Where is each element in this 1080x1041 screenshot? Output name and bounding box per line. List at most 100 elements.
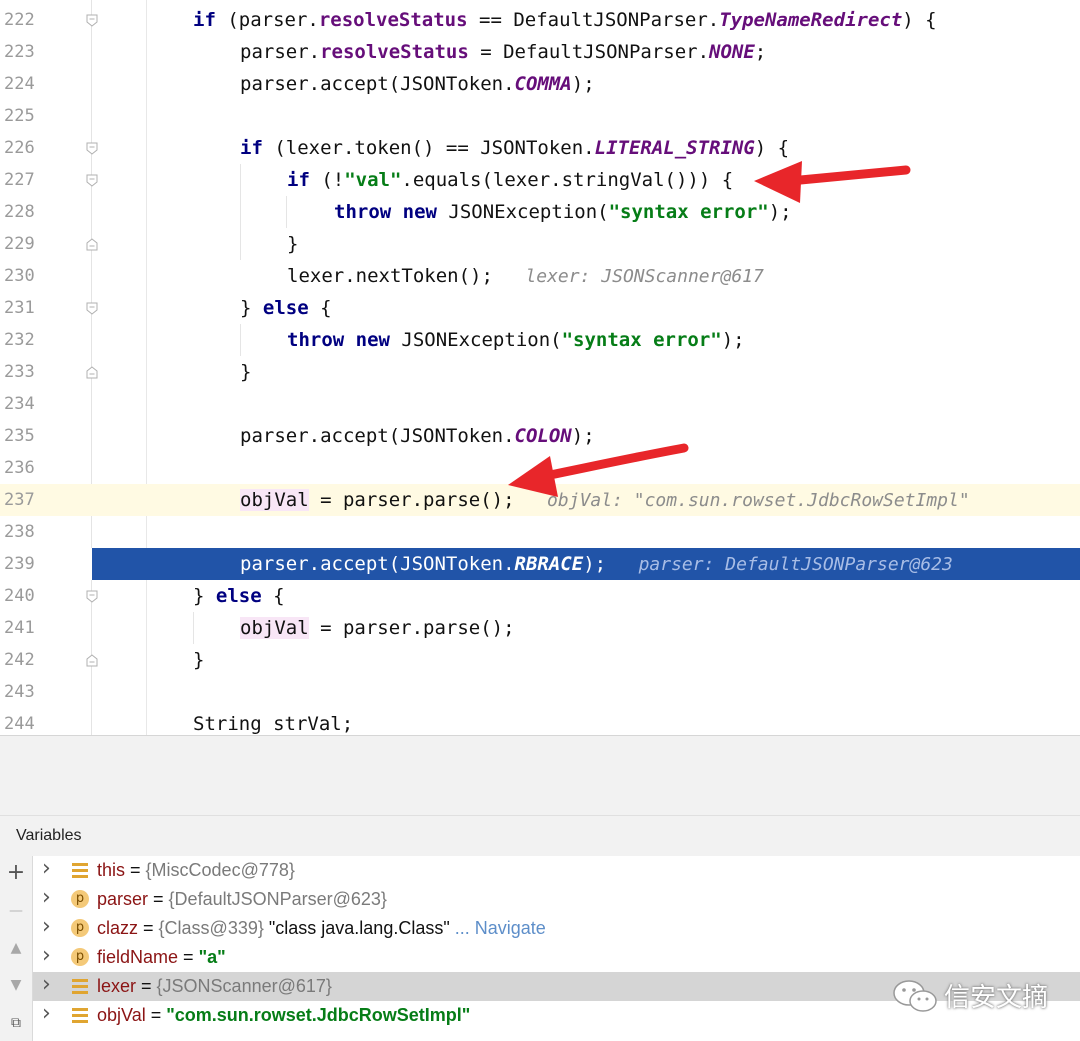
line-number[interactable]: 234	[4, 388, 44, 420]
line-number[interactable]: 237	[4, 484, 44, 516]
fold-marker-icon[interactable]	[86, 174, 98, 187]
code-text[interactable]: lexer.nextToken(); lexer: JSONScanner@61…	[287, 260, 764, 292]
line-number[interactable]: 230	[4, 260, 44, 292]
expand-chevron-icon[interactable]: ›	[42, 856, 51, 882]
line-number[interactable]: 233	[4, 356, 44, 388]
navigate-link[interactable]: ... Navigate	[450, 918, 546, 938]
remove-watch-icon[interactable]: —	[4, 899, 28, 923]
line-number[interactable]: 243	[4, 676, 44, 708]
line-number[interactable]: 222	[4, 4, 44, 36]
code-editor[interactable]: 222 if (parser.resolveStatus == DefaultJS…	[0, 0, 1080, 735]
line-number[interactable]: 228	[4, 196, 44, 228]
code-line[interactable]: 236	[0, 452, 1080, 484]
code-text[interactable]: } else {	[240, 292, 332, 324]
line-number[interactable]: 223	[4, 36, 44, 68]
variable-value: "class java.lang.Class"	[268, 918, 450, 938]
code-text[interactable]: objVal = parser.parse();	[240, 612, 515, 644]
line-number[interactable]: 236	[4, 452, 44, 484]
code-line[interactable]: 224 parser.accept(JSONToken.COMMA);	[0, 68, 1080, 100]
code-text[interactable]: parser.accept(JSONToken.COLON);	[240, 420, 595, 452]
line-number[interactable]: 238	[4, 516, 44, 548]
code-text[interactable]: } else {	[193, 580, 285, 612]
code-text[interactable]: String strVal;	[193, 708, 353, 735]
fold-marker-icon[interactable]	[86, 14, 98, 27]
expand-chevron-icon[interactable]: ›	[42, 1001, 51, 1027]
code-line[interactable]: 231 } else {	[0, 292, 1080, 324]
code-line[interactable]: 230 lexer.nextToken(); lexer: JSONScanner…	[0, 260, 1080, 292]
move-down-icon[interactable]: ▼	[4, 973, 28, 997]
code-line[interactable]: 227 if (!"val".equals(lexer.stringVal()))…	[0, 164, 1080, 196]
highlighted-line[interactable]: 237 objVal = parser.parse(); objVal: "com…	[0, 484, 1080, 516]
code-text[interactable]: if (parser.resolveStatus == DefaultJSONP…	[193, 4, 937, 36]
code-text[interactable]: parser.accept(JSONToken.RBRACE); parser:…	[240, 548, 953, 580]
expand-chevron-icon[interactable]: ›	[42, 885, 51, 911]
expand-chevron-icon[interactable]: ›	[42, 943, 51, 969]
code-text[interactable]: parser.accept(JSONToken.COMMA);	[240, 68, 595, 100]
code-text[interactable]: if (lexer.token() == JSONToken.LITERAL_S…	[240, 132, 789, 164]
code-line[interactable]: 222 if (parser.resolveStatus == DefaultJS…	[0, 4, 1080, 36]
line-number[interactable]: 224	[4, 68, 44, 100]
line-number[interactable]: 232	[4, 324, 44, 356]
line-number[interactable]: 235	[4, 420, 44, 452]
line-number[interactable]: 231	[4, 292, 44, 324]
copy-icon[interactable]: ⧉	[4, 1011, 28, 1035]
code-text[interactable]: if (!"val".equals(lexer.stringVal())) {	[287, 164, 733, 196]
code-text[interactable]: throw new JSONException("syntax error");	[334, 196, 792, 228]
fold-marker-icon[interactable]	[86, 302, 98, 315]
code-line[interactable]: 228 throw new JSONException("syntax error…	[0, 196, 1080, 228]
fold-end-marker-icon[interactable]	[86, 654, 98, 667]
field-icon	[71, 977, 89, 995]
code-line[interactable]: 223 parser.resolveStatus = DefaultJSONPar…	[0, 36, 1080, 68]
code-token: JSONException(	[389, 329, 562, 351]
expand-chevron-icon[interactable]: ›	[42, 972, 51, 998]
line-number[interactable]: 225	[4, 100, 44, 132]
code-line[interactable]: 244 String strVal;	[0, 708, 1080, 735]
variable-equals: =	[178, 947, 199, 967]
code-text[interactable]: }	[193, 644, 204, 676]
variable-row-fieldname[interactable]: › p fieldName = "a"	[33, 943, 1080, 972]
code-line[interactable]: 234	[0, 388, 1080, 420]
code-line[interactable]: 225	[0, 100, 1080, 132]
line-number[interactable]: 229	[4, 228, 44, 260]
code-line[interactable]: 235 parser.accept(JSONToken.COLON);	[0, 420, 1080, 452]
code-token: (!	[309, 169, 345, 191]
variable-text: fieldName = "a"	[97, 943, 226, 972]
code-token: objVal	[240, 617, 309, 639]
code-token: }	[287, 233, 299, 255]
code-text[interactable]: objVal = parser.parse(); objVal: "com.su…	[240, 484, 970, 516]
code-line[interactable]: 232 throw new JSONException("syntax error…	[0, 324, 1080, 356]
move-up-icon[interactable]: ▲	[4, 936, 28, 960]
fold-marker-icon[interactable]	[86, 590, 98, 603]
variable-string-value: "com.sun.rowset.JdbcRowSetImpl"	[166, 1005, 471, 1025]
execution-point-line[interactable]: 239 parser.accept(JSONToken.RBRACE); pars…	[0, 548, 1080, 580]
variable-row-this[interactable]: › this = {MiscCodec@778}	[33, 856, 1080, 885]
code-line[interactable]: 243	[0, 676, 1080, 708]
add-watch-icon[interactable]: +	[4, 861, 28, 885]
variable-name: fieldName	[97, 947, 179, 967]
variable-row-clazz[interactable]: › p clazz = {Class@339} "class java.lang.C…	[33, 914, 1080, 943]
code-text[interactable]: }	[240, 356, 251, 388]
fold-end-marker-icon[interactable]	[86, 238, 98, 251]
code-line[interactable]: 242}	[0, 644, 1080, 676]
code-line[interactable]: 226 if (lexer.token() == JSONToken.LITERA…	[0, 132, 1080, 164]
code-text[interactable]: throw new JSONException("syntax error");	[287, 324, 745, 356]
code-line[interactable]: 238	[0, 516, 1080, 548]
variable-row-parser[interactable]: › p parser = {DefaultJSONParser@623}	[33, 885, 1080, 914]
fold-marker-icon[interactable]	[86, 142, 98, 155]
code-line[interactable]: 233}	[0, 356, 1080, 388]
line-number[interactable]: 226	[4, 132, 44, 164]
line-number[interactable]: 241	[4, 612, 44, 644]
debugger-toolbar-area	[0, 735, 1080, 816]
line-number[interactable]: 240	[4, 580, 44, 612]
line-number[interactable]: 244	[4, 708, 44, 735]
line-number[interactable]: 239	[4, 548, 44, 580]
fold-end-marker-icon[interactable]	[86, 366, 98, 379]
code-text[interactable]: parser.resolveStatus = DefaultJSONParser…	[240, 36, 766, 68]
code-line[interactable]: 240 } else {	[0, 580, 1080, 612]
code-text[interactable]: }	[287, 228, 298, 260]
line-number[interactable]: 242	[4, 644, 44, 676]
expand-chevron-icon[interactable]: ›	[42, 914, 51, 940]
code-line[interactable]: 241 objVal = parser.parse();	[0, 612, 1080, 644]
code-line[interactable]: 229}	[0, 228, 1080, 260]
line-number[interactable]: 227	[4, 164, 44, 196]
